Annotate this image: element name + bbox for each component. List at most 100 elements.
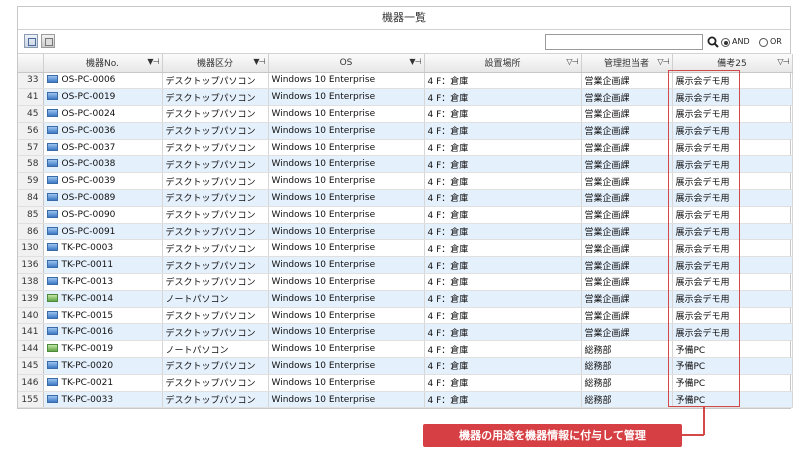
filter-icon[interactable]: ▼⊣ [253,57,265,66]
location-cell: 4 F：倉庫 [424,72,582,90]
filter-icon[interactable]: ▽⊣ [777,57,789,66]
export-icon[interactable] [24,34,38,48]
os-cell: Windows 10 Enterprise [268,172,425,191]
column-header-note[interactable]: 備考25 ▽⊣ [672,54,793,73]
device-no-cell: TK-PC-0019 [43,340,163,359]
table-row[interactable]: 59 OS-PC-0039 デスクトップパソコン Windows 10 Enterpr… [18,172,793,191]
note-cell: 展示会デモ用 [672,256,793,275]
column-header-device-no[interactable]: 機器No. ▼⊣ [43,54,163,73]
manager-cell: 営業企画課 [581,256,673,275]
manager-cell: 営業企画課 [581,273,673,291]
row-number: 155 [18,391,44,409]
filter-icon[interactable]: ▼⊣ [147,57,159,66]
filter-icon[interactable]: ▽⊣ [657,57,669,66]
os-cell: Windows 10 Enterprise [268,374,425,392]
table-row[interactable]: 141 TK-PC-0016 デスクトップパソコン Windows 10 Enterp… [18,323,793,342]
desktop-icon [46,394,58,403]
table-row[interactable]: 146 TK-PC-0021 デスクトップパソコン Windows 10 Enterp… [18,374,793,392]
note-cell: 展示会デモ用 [672,323,793,342]
note-cell: 予備PC [672,357,793,375]
note-cell: 展示会デモ用 [672,105,793,123]
row-number: 136 [18,256,44,275]
table-header-row: 機器No. ▼⊣ 機器区分 ▼⊣ OS ▼⊣ 設置場所 ▽⊣ 管理担当者 ▽⊣ 備考25 ▽… [18,54,793,73]
table-row[interactable]: 56 OS-PC-0036 デスクトップパソコン Windows 10 Enterpr… [18,122,793,140]
column-header-location[interactable]: 設置場所 ▽⊣ [424,54,582,73]
table-row[interactable]: 33 OS-PC-0006 デスクトップパソコン Windows 10 Enterpr… [18,72,793,90]
note-cell: 展示会デモ用 [672,273,793,291]
table-row[interactable]: 41 OS-PC-0019 デスクトップパソコン Windows 10 Enterpr… [18,88,793,107]
os-cell: Windows 10 Enterprise [268,273,425,291]
category-cell: デスクトップパソコン [162,88,269,107]
note-cell: 展示会デモ用 [672,206,793,224]
table-row[interactable]: 140 TK-PC-0015 デスクトップパソコン Windows 10 Enterp… [18,307,793,325]
and-radio[interactable] [721,38,730,47]
os-cell: Windows 10 Enterprise [268,206,425,224]
category-cell: デスクトップパソコン [162,256,269,275]
location-cell: 4 F：倉庫 [424,105,582,123]
os-cell: Windows 10 Enterprise [268,88,425,107]
location-cell: 4 F：倉庫 [424,290,582,308]
search-icon[interactable] [707,36,719,48]
manager-cell: 営業企画課 [581,290,673,308]
callout-connector [682,434,704,436]
device-no-cell: TK-PC-0014 [43,290,163,308]
device-no-cell: OS-PC-0024 [43,105,163,123]
note-cell: 展示会デモ用 [672,223,793,241]
table-row[interactable]: 130 TK-PC-0003 デスクトップパソコン Windows 10 Enterp… [18,239,793,258]
table-row[interactable]: 45 OS-PC-0024 デスクトップパソコン Windows 10 Enterpr… [18,105,793,123]
column-header-manager[interactable]: 管理担当者 ▽⊣ [581,54,673,73]
filter-icon[interactable]: ▼⊣ [409,57,421,66]
table-row[interactable]: 86 OS-PC-0091 デスクトップパソコン Windows 10 Enterpr… [18,223,793,241]
category-cell: デスクトップパソコン [162,374,269,392]
row-number: 144 [18,340,44,359]
os-cell: Windows 10 Enterprise [268,105,425,123]
row-number: 56 [18,122,44,140]
desktop-icon [46,176,58,185]
search-input[interactable] [545,34,703,50]
device-no-cell: OS-PC-0090 [43,206,163,224]
table-row[interactable]: 145 TK-PC-0020 デスクトップパソコン Windows 10 Enterp… [18,357,793,375]
laptop-icon [46,344,58,353]
table-row[interactable]: 136 TK-PC-0011 デスクトップパソコン Windows 10 Enterp… [18,256,793,275]
note-cell: 展示会デモ用 [672,239,793,258]
desktop-icon [46,142,58,151]
table-row[interactable]: 144 TK-PC-0019 ノートパソコン Windows 10 Enterpris… [18,340,793,359]
manager-cell: 営業企画課 [581,307,673,325]
or-radio[interactable] [759,38,768,47]
column-header-os[interactable]: OS ▼⊣ [268,54,425,73]
manager-cell: 営業企画課 [581,323,673,342]
row-number: 138 [18,273,44,291]
device-no-cell: OS-PC-0037 [43,139,163,157]
location-cell: 4 F：倉庫 [424,206,582,224]
desktop-icon [46,360,58,369]
table-row[interactable]: 155 TK-PC-0033 デスクトップパソコン Windows 10 Enterp… [18,391,793,409]
row-number: 58 [18,155,44,174]
os-cell: Windows 10 Enterprise [268,72,425,90]
location-cell: 4 F：倉庫 [424,239,582,258]
manager-cell: 総務部 [581,374,673,392]
category-cell: デスクトップパソコン [162,307,269,325]
table-row[interactable]: 139 TK-PC-0014 ノートパソコン Windows 10 Enterpris… [18,290,793,308]
row-number: 139 [18,290,44,308]
filter-icon[interactable]: ▽⊣ [566,57,578,66]
category-cell: デスクトップパソコン [162,357,269,375]
device-no-cell: OS-PC-0006 [43,72,163,90]
table-row[interactable]: 85 OS-PC-0090 デスクトップパソコン Windows 10 Enterpr… [18,206,793,224]
os-cell: Windows 10 Enterprise [268,307,425,325]
desktop-icon [46,260,58,269]
note-cell: 予備PC [672,391,793,409]
table-row[interactable]: 58 OS-PC-0038 デスクトップパソコン Windows 10 Enterpr… [18,155,793,174]
print-icon[interactable] [41,34,55,48]
device-no-cell: TK-PC-0021 [43,374,163,392]
manager-cell: 営業企画課 [581,206,673,224]
column-header-category[interactable]: 機器区分 ▼⊣ [162,54,269,73]
os-cell: Windows 10 Enterprise [268,323,425,342]
location-cell: 4 F：倉庫 [424,88,582,107]
manager-cell: 営業企画課 [581,189,673,207]
manager-cell: 営業企画課 [581,72,673,90]
row-number: 141 [18,323,44,342]
table-row[interactable]: 138 TK-PC-0013 デスクトップパソコン Windows 10 Enterp… [18,273,793,291]
table-row[interactable]: 84 OS-PC-0089 デスクトップパソコン Windows 10 Enterpr… [18,189,793,207]
manager-cell: 総務部 [581,340,673,359]
table-row[interactable]: 57 OS-PC-0037 デスクトップパソコン Windows 10 Enterpr… [18,139,793,157]
